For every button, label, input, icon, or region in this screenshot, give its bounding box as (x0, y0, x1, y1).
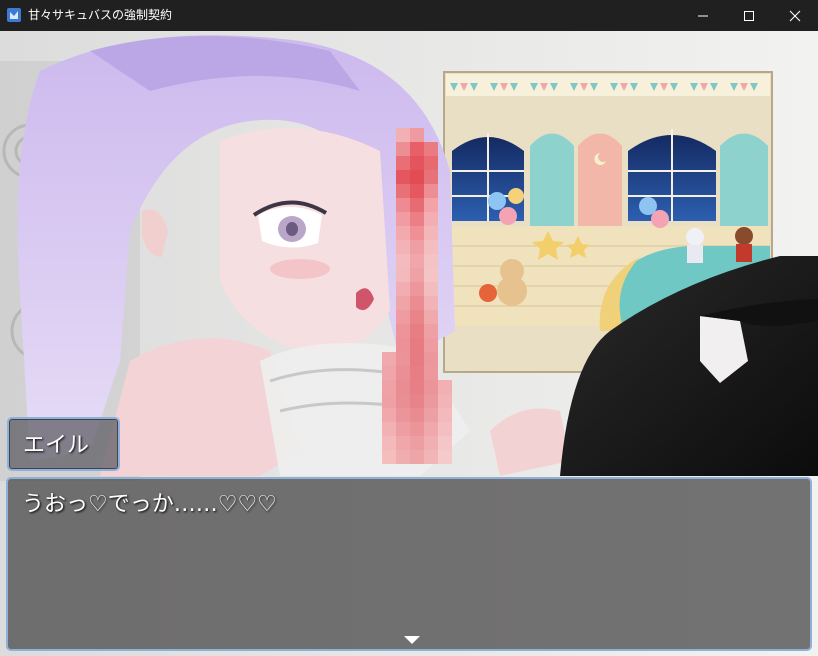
speaker-name-box: エイル (7, 417, 120, 471)
message-window[interactable]: うおっ♡でっか……♡♡♡ (6, 477, 812, 651)
game-viewport[interactable]: エイル うおっ♡でっか……♡♡♡ (0, 31, 818, 656)
close-icon (789, 10, 801, 21)
title-bar[interactable]: 甘々サキュバスの強制契約 (0, 0, 818, 31)
close-button[interactable] (772, 0, 818, 31)
window-title: 甘々サキュバスの強制契約 (28, 8, 173, 22)
speaker-name: エイル (23, 433, 90, 458)
minimize-button[interactable] (680, 0, 726, 31)
game-window: 甘々サキュバスの強制契約 エイル うおっ♡でっか……♡♡♡ (0, 0, 818, 656)
maximize-button[interactable] (726, 0, 772, 31)
advance-cursor-icon[interactable] (404, 636, 420, 644)
app-icon (7, 8, 21, 22)
minimize-icon (698, 15, 708, 16)
maximize-icon (744, 10, 754, 21)
message-text: うおっ♡でっか……♡♡♡ (22, 492, 277, 517)
